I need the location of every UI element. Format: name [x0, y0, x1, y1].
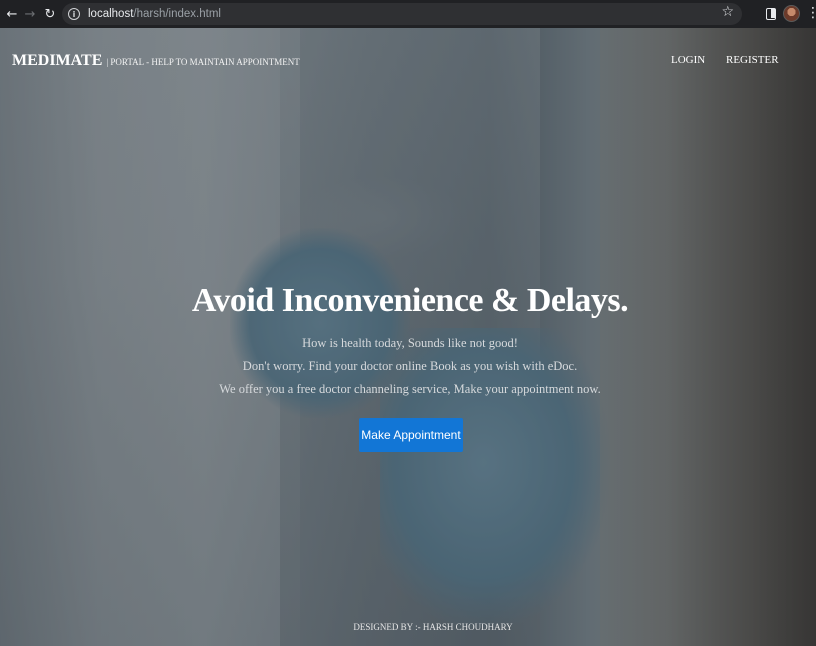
side-panel-icon[interactable]	[766, 8, 776, 20]
reload-icon[interactable]: ↻	[40, 4, 60, 24]
site-info-icon[interactable]: i	[68, 8, 80, 20]
register-link[interactable]: REGISTER	[726, 54, 779, 66]
bookmark-star-icon[interactable]: ☆	[721, 4, 734, 20]
site-brand[interactable]: MEDIMATE | PORTAL - HELP TO MAINTAIN APP…	[12, 52, 300, 70]
menu-kebab-icon[interactable]: ⋮	[806, 6, 816, 20]
url-host: localhost	[88, 8, 134, 20]
back-arrow-icon[interactable]: ←	[2, 4, 22, 24]
make-appointment-button[interactable]: Make Appointment	[359, 418, 463, 452]
profile-avatar[interactable]	[783, 5, 800, 22]
brand-tagline: | PORTAL - HELP TO MAINTAIN APPOINTMENT	[106, 57, 300, 67]
hero-text-line-1: How is health today, Sounds like not goo…	[302, 336, 518, 350]
hero-headline: Avoid Inconvenience & Delays.	[191, 282, 629, 319]
brand-name: MEDIMATE	[12, 52, 103, 69]
url-path: /harsh/index.html	[133, 8, 221, 20]
address-bar[interactable]: i localhost/harsh/index.html ☆	[62, 3, 742, 25]
login-link[interactable]: LOGIN	[671, 54, 705, 66]
hero-text-line-3: We offer you a free doctor channeling se…	[219, 382, 601, 396]
forward-arrow-icon[interactable]: →	[20, 4, 40, 24]
hero-text-line-2: Don't worry. Find your doctor online Boo…	[242, 359, 578, 373]
url-text: localhost/harsh/index.html	[88, 8, 221, 20]
footer-credit: DESIGNED BY :- HARSH CHOUDHARY	[353, 622, 513, 632]
hero-section: MEDIMATE | PORTAL - HELP TO MAINTAIN APP…	[0, 28, 816, 646]
browser-toolbar: ← → ↻ i localhost/harsh/index.html ☆ ⋮	[0, 0, 816, 28]
